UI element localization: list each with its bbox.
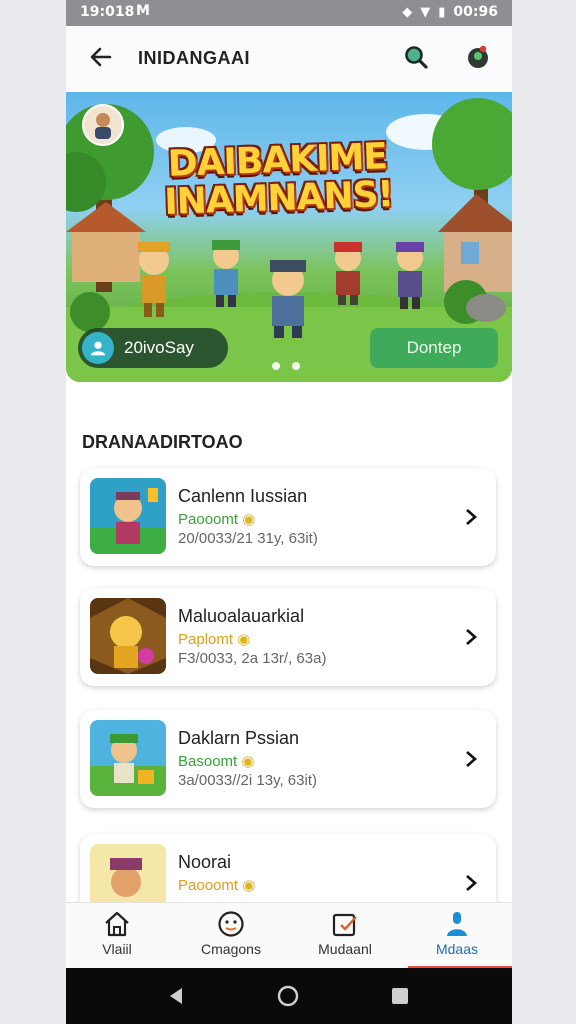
compass-icon <box>218 911 244 937</box>
system-home-icon[interactable] <box>276 984 300 1008</box>
person-icon <box>447 912 467 936</box>
chevron-right-icon[interactable] <box>460 626 482 648</box>
status-bar: 19:018 M ◆ ▼ ▮ 00:96 <box>66 0 512 26</box>
avatar-icon <box>95 113 111 139</box>
game-name: Daklarn Pssian <box>178 728 300 748</box>
battery-icon: ▮ <box>438 4 446 20</box>
nav-item-home[interactable]: Vlaiil <box>72 909 162 957</box>
chevron-right-icon[interactable] <box>460 748 482 770</box>
profile-icon[interactable] <box>464 43 492 71</box>
user-chip[interactable]: 20ivoSay <box>78 328 228 368</box>
bottom-navigation: Vlaiil Cmagons Mudaanl Mdaas <box>66 902 512 969</box>
chevron-right-icon[interactable] <box>460 506 482 528</box>
game-name: Canlenn Iussian <box>178 486 308 506</box>
nav-label: Vlaiil <box>102 941 132 957</box>
game-status: Paplomt ◉ <box>178 630 250 648</box>
banner-headline-line2: INAMNANS! <box>163 174 394 223</box>
system-back-icon[interactable] <box>164 984 188 1008</box>
nav-label: Mdaas <box>435 941 479 957</box>
wifi-icon: ▼ <box>420 4 431 20</box>
game-card[interactable]: Daklarn Pssian Basoomt ◉ 3a/0033//2i 13y… <box>80 710 496 808</box>
edit-calendar-icon <box>332 913 357 937</box>
status-icons: ◆ ▼ ▮ 00:96 <box>402 4 498 20</box>
battery-text: 00:96 <box>453 4 498 20</box>
phone-screen: 19:018 M ◆ ▼ ▮ 00:96 INIDANGAAI DAIBAKIM… <box>66 0 512 1024</box>
nav-item-profile[interactable]: Mdaas <box>412 909 502 957</box>
game-status-text: Paooomt <box>178 511 239 528</box>
game-thumbnail <box>90 720 166 796</box>
coin-icon: ◉ <box>237 631 251 648</box>
back-arrow-icon[interactable] <box>86 42 116 72</box>
search-icon[interactable] <box>402 43 430 71</box>
carousel-dot[interactable] <box>292 362 300 370</box>
game-thumbnail <box>90 598 166 674</box>
game-meta: 20/0033/21 31y, 63it) <box>178 530 318 547</box>
carousel-indicator <box>272 362 300 370</box>
home-icon <box>105 911 129 937</box>
banner-headline: DAIBAKIME INAMNANS! <box>147 136 409 223</box>
banner-avatar[interactable] <box>82 104 124 146</box>
coin-icon: ◉ <box>242 877 256 894</box>
nav-item-updates[interactable]: Mudaanl <box>300 909 390 957</box>
game-name: Maluoalauarkial <box>178 606 305 626</box>
game-status: Basoomt ◉ <box>178 752 254 770</box>
nav-label: Mudaanl <box>318 941 372 957</box>
game-card[interactable]: Maluoalauarkial Paplomt ◉ F3/0033, 2a 13… <box>80 588 496 686</box>
user-chip-label: 20ivoSay <box>124 338 194 357</box>
game-meta: 3a/0033//2i 13y, 63it) <box>178 772 317 789</box>
game-status-text: Basoomt <box>178 753 238 770</box>
coin-icon: ◉ <box>242 511 256 528</box>
game-status-text: Paooomt <box>178 877 239 894</box>
system-navigation-bar <box>66 968 512 1024</box>
game-status-text: Paplomt <box>178 631 234 648</box>
coin-icon: ◉ <box>241 753 255 770</box>
download-button[interactable]: Dontep <box>370 328 498 368</box>
nav-item-categories[interactable]: Cmagons <box>186 909 276 957</box>
game-card[interactable]: Canlenn Iussian Paooomt ◉ 20/0033/21 31y… <box>80 468 496 566</box>
carousel-dot[interactable] <box>272 362 280 370</box>
game-status: Paooomt ◉ <box>178 510 255 528</box>
user-icon <box>82 332 114 364</box>
chevron-right-icon[interactable] <box>460 872 482 894</box>
section-title: DRANAADIRTOAO <box>82 432 243 452</box>
signal-icon: ◆ <box>402 4 413 20</box>
app-bar: INIDANGAAI <box>66 26 512 90</box>
featured-banner[interactable]: DAIBAKIME INAMNANS! 20ivoSay Dontep <box>66 92 512 382</box>
system-recents-icon[interactable] <box>388 984 412 1008</box>
mail-icon: M <box>136 3 150 19</box>
nav-label: Cmagons <box>201 941 261 957</box>
game-meta: F3/0033, 2a 13r/, 63a) <box>178 650 327 667</box>
game-status: Paooomt ◉ <box>178 876 255 894</box>
game-thumbnail <box>90 478 166 554</box>
game-name: Noorai <box>178 852 232 872</box>
page-title: INIDANGAAI <box>138 48 250 68</box>
status-time: 19:018 <box>80 4 135 20</box>
